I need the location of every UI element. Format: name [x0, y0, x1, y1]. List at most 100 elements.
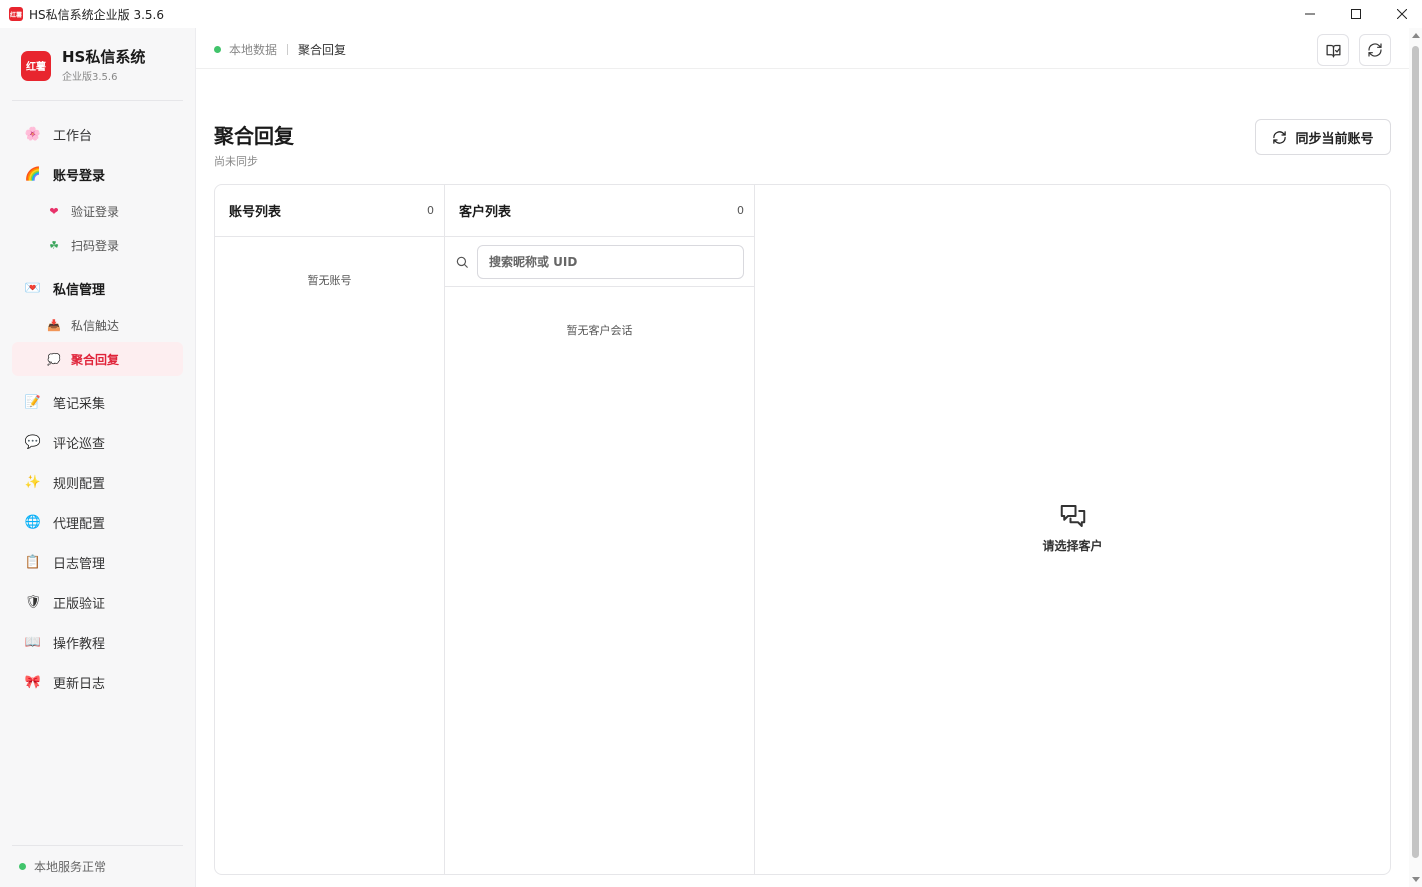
chat-bubbles-icon [1060, 505, 1085, 527]
maximize-button[interactable] [1333, 0, 1379, 28]
refresh-icon [1273, 130, 1287, 144]
sidebar-item-label: 工作台 [53, 128, 93, 144]
heart-icon: ❤ [49, 204, 59, 218]
flower-icon: 🌸 [24, 126, 42, 142]
breadcrumb-local[interactable]: 本地数据 [229, 41, 277, 58]
clipboard-icon: 📋 [24, 554, 42, 570]
sidebar-item-label: 正版验证 [53, 596, 106, 612]
sidebar-item-dm-management[interactable]: 💌 私信管理 [12, 268, 183, 308]
sidebar-item-rule-config[interactable]: ✨ 规则配置 [12, 462, 183, 502]
topbar: 本地数据 聚合回复 [196, 28, 1409, 69]
app-logo-text: 红薯 [9, 11, 22, 19]
brand-logo-text: 红薯 [26, 62, 46, 73]
refresh-button[interactable] [1359, 34, 1391, 66]
brand: 红薯 HS私信系统 企业版3.5.6 [21, 48, 145, 83]
sidebar-item-label: 评论巡查 [53, 436, 106, 452]
love-letter-icon: 💌 [24, 280, 42, 296]
service-status: 本地服务正常 [19, 858, 106, 875]
breadcrumb-separator [287, 44, 289, 55]
close-button[interactable] [1379, 0, 1422, 28]
refresh-icon [1368, 43, 1382, 57]
shield-icon: 🛡 [24, 594, 42, 610]
sidebar-item-proxy-config[interactable]: 🌐 代理配置 [12, 502, 183, 542]
window-titlebar: 红薯 HS私信系统企业版 3.5.6 [0, 0, 1422, 28]
book-check-icon [1325, 44, 1341, 58]
account-list-title: 账号列表 [229, 205, 282, 220]
customer-list-header: 客户列表 0 [445, 185, 754, 237]
sidebar-item-label: 操作教程 [53, 636, 106, 652]
clover-icon: ☘ [49, 238, 59, 252]
sidebar-item-dm-reach[interactable]: 📥 私信触达 [12, 308, 183, 342]
chat-empty-text: 请选择客户 [1042, 539, 1103, 553]
close-icon [1397, 9, 1407, 19]
sidebar-item-log-management[interactable]: 📋 日志管理 [12, 542, 183, 582]
sidebar-item-aggregate-reply[interactable]: 💭 聚合回复 [12, 342, 183, 376]
breadcrumb-current: 聚合回复 [298, 43, 347, 57]
app-logo-icon: 红薯 [9, 7, 23, 21]
open-book-icon: 📖 [24, 634, 42, 650]
sidebar-item-license-verify[interactable]: 🛡 正版验证 [12, 582, 183, 622]
sidebar-item-label: 日志管理 [53, 556, 106, 572]
customer-list-title: 客户列表 [459, 205, 512, 220]
sidebar-item-label: 账号登录 [53, 168, 106, 184]
scroll-down-icon[interactable] [1412, 877, 1420, 882]
sidebar-item-note-collect[interactable]: 📝 笔记采集 [12, 382, 183, 422]
sidebar-item-verify-login[interactable]: ❤ 验证登录 [12, 194, 183, 228]
status-dot-icon [19, 863, 26, 870]
sidebar-item-label: 笔记采集 [53, 396, 106, 412]
sync-account-button[interactable]: 同步当前账号 [1255, 119, 1391, 155]
sidebar-item-label: 私信触达 [71, 318, 120, 333]
minimize-icon [1305, 13, 1315, 15]
sidebar-item-qr-login[interactable]: ☘ 扫码登录 [12, 228, 183, 262]
chat-empty-state: 请选择客户 [755, 501, 1390, 554]
account-count: 0 [427, 204, 434, 217]
status-dot-icon [214, 46, 221, 53]
divider [12, 100, 183, 101]
sidebar-item-workbench[interactable]: 🌸 工作台 [12, 114, 183, 154]
divider [12, 845, 183, 846]
account-list-column: 账号列表 0 暂无账号 [215, 185, 445, 874]
reply-panel: 账号列表 0 暂无账号 客户列表 0 暂无客户会话 请选择客户 [214, 184, 1391, 875]
sidebar-item-label: 验证登录 [71, 204, 120, 219]
sidebar-item-label: 私信管理 [53, 282, 106, 298]
window-title: HS私信系统企业版 3.5.6 [29, 7, 164, 22]
breadcrumb: 本地数据 聚合回复 [214, 41, 346, 58]
customer-empty-note: 暂无客户会话 [566, 324, 633, 337]
sidebar-item-comment-patrol[interactable]: 💬 评论巡查 [12, 422, 183, 462]
sparkles-icon: ✨ [24, 474, 42, 490]
account-empty-note: 暂无账号 [307, 274, 352, 287]
sidebar-item-changelog[interactable]: 🎀 更新日志 [12, 662, 183, 702]
customer-search-input[interactable] [477, 244, 744, 279]
customer-search-row [445, 237, 754, 287]
scrollbar[interactable] [1409, 28, 1422, 887]
brand-version: 企业版3.5.6 [62, 72, 118, 83]
brand-logo-icon: 红薯 [21, 50, 51, 81]
sidebar-nav: 🌸 工作台 🌈 账号登录 ❤ 验证登录 ☘ 扫码登录 💌 私信管理 📥 私信触达… [12, 114, 183, 702]
scroll-thumb[interactable] [1412, 46, 1419, 858]
sidebar-item-label: 扫码登录 [71, 238, 120, 253]
guide-button[interactable] [1317, 34, 1349, 66]
sync-account-label: 同步当前账号 [1295, 131, 1374, 147]
customer-count: 0 [737, 204, 744, 217]
sidebar-item-label: 规则配置 [53, 476, 106, 492]
sidebar-item-account-login[interactable]: 🌈 账号登录 [12, 154, 183, 194]
sidebar-item-label: 聚合回复 [71, 352, 120, 367]
page-subtitle: 尚未同步 [214, 155, 258, 168]
sidebar-item-label: 代理配置 [53, 516, 106, 532]
account-list-header: 账号列表 0 [215, 185, 444, 237]
ribbon-icon: 🎀 [24, 674, 42, 690]
minimize-button[interactable] [1287, 0, 1333, 28]
service-status-text: 本地服务正常 [34, 860, 107, 874]
sidebar-item-tutorial[interactable]: 📖 操作教程 [12, 622, 183, 662]
sidebar-item-label: 更新日志 [53, 676, 106, 692]
brand-name: HS私信系统 [62, 48, 146, 66]
customer-list-column: 客户列表 0 暂无客户会话 [445, 185, 755, 874]
search-icon [456, 256, 468, 268]
memo-icon: 📝 [24, 394, 42, 410]
rainbow-icon: 🌈 [24, 166, 42, 182]
inbox-tray-icon: 📥 [47, 318, 61, 332]
page-title: 聚合回复 [214, 124, 294, 148]
comment-icon: 💬 [24, 434, 42, 450]
speech-balloon-icon: 💭 [47, 352, 61, 366]
scroll-up-icon[interactable] [1412, 33, 1420, 38]
